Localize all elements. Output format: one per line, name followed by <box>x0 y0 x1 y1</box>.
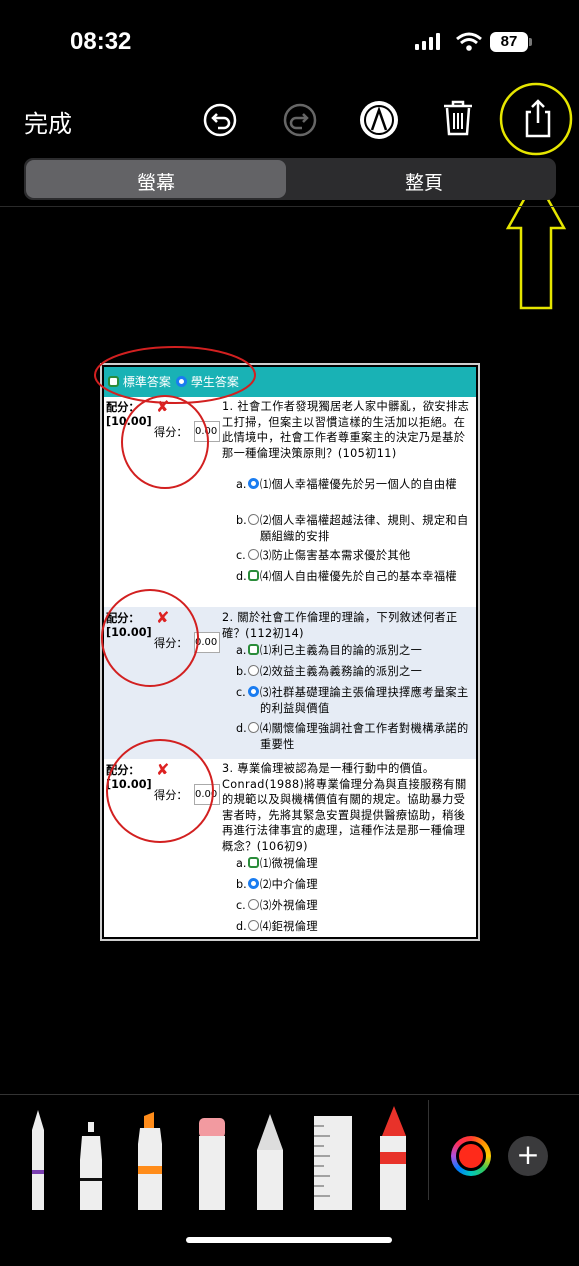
toolbar-divider <box>0 1094 579 1095</box>
home-indicator[interactable] <box>186 1237 392 1243</box>
battery-tip <box>529 38 532 46</box>
highlighter-tool-icon[interactable] <box>138 1112 162 1210</box>
yellow-annotation <box>499 82 573 310</box>
markup-tool-palette <box>0 1096 579 1210</box>
undo-icon[interactable] <box>198 98 242 142</box>
current-color-swatch <box>456 1141 486 1171</box>
segment-screen[interactable]: 螢幕 <box>26 168 286 195</box>
cellular-signal-icon <box>415 33 440 50</box>
pencil-tool-icon[interactable] <box>257 1114 283 1210</box>
status-time: 08:32 <box>70 28 132 55</box>
pen-tool-icon[interactable] <box>32 1110 44 1210</box>
battery-indicator: 87 <box>490 32 528 52</box>
redo-icon[interactable] <box>278 98 322 142</box>
red-annotations <box>94 346 256 843</box>
header-divider <box>0 206 579 207</box>
segment-full-page[interactable]: 整頁 <box>294 168 554 195</box>
add-tool-button[interactable]: + <box>508 1136 548 1176</box>
tool-separator <box>428 1100 429 1200</box>
wifi-icon <box>456 32 482 51</box>
drawing-tools <box>32 1106 406 1210</box>
monoline-tool-icon[interactable] <box>80 1122 102 1210</box>
capture-mode-segmented-control: 螢幕 整頁 <box>24 158 556 200</box>
trash-icon[interactable] <box>436 96 480 140</box>
eraser-tool-icon[interactable] <box>199 1118 225 1210</box>
ruler-tool-icon[interactable] <box>314 1116 352 1210</box>
done-button[interactable]: 完成 <box>24 104 72 139</box>
crayon-tool-icon[interactable] <box>380 1106 406 1210</box>
markup-pen-icon[interactable] <box>357 98 401 142</box>
